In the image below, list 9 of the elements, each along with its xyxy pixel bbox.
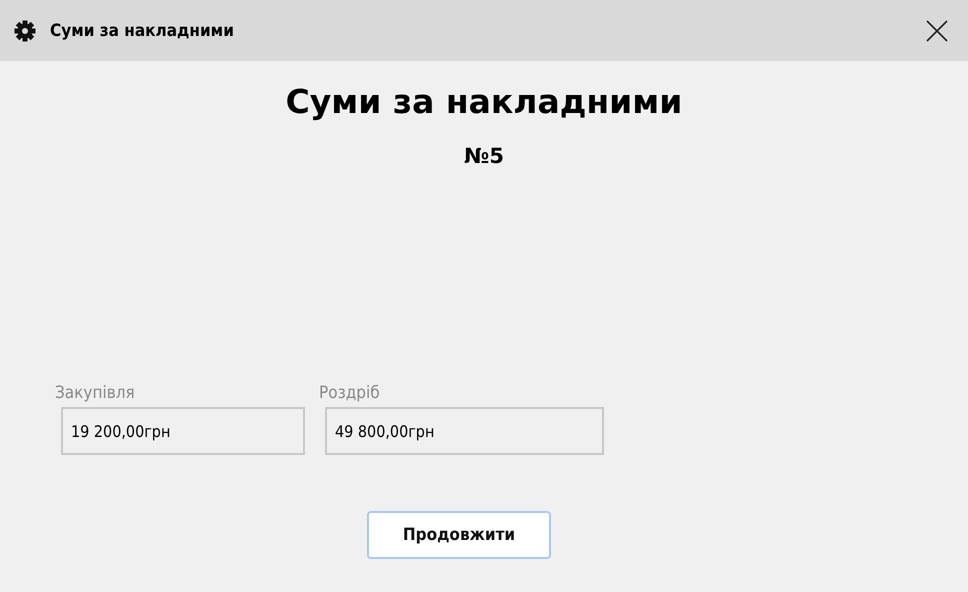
gear-icon [14, 20, 36, 42]
amount-field[interactable]: 49 800,00грн [325, 407, 604, 455]
document-number: №5 [463, 143, 505, 170]
dialog-heading: Суми за накладними [284, 82, 684, 122]
continue-button[interactable]: Продовжити [367, 511, 551, 559]
amount-field[interactable]: 19 200,00грн [61, 407, 305, 455]
field-label: Роздріб [319, 383, 381, 405]
field-label: Закупівля [55, 383, 136, 405]
window-title: Суми за накладними [50, 20, 235, 40]
